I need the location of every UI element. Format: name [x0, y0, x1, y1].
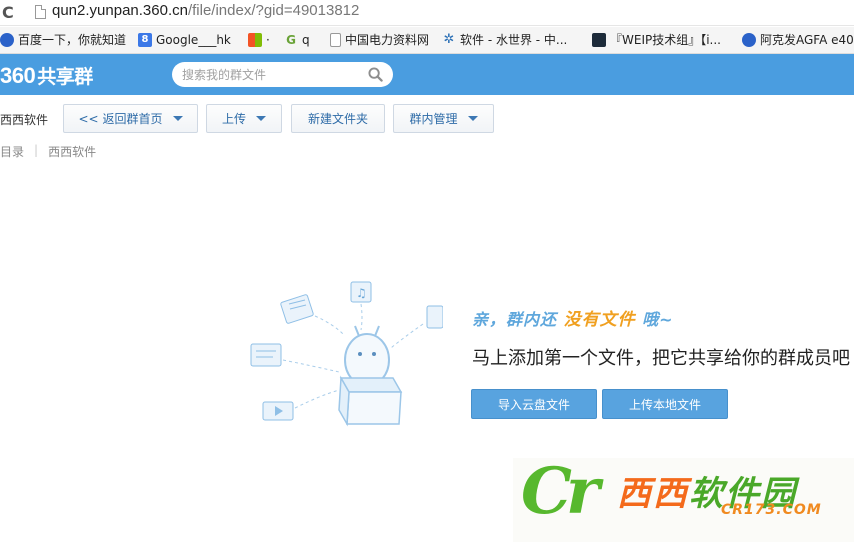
url-path: /file/index/?gid=49013812: [187, 2, 360, 19]
paw-icon: [0, 33, 14, 47]
manage-button-label: 群内管理: [409, 112, 458, 126]
group-name: 西西软件: [0, 113, 49, 127]
bookmark-power[interactable]: 中国电力资料网: [330, 31, 429, 49]
paw-icon: [742, 33, 756, 47]
bookmark-label: 『WEIP技术组』【i...: [610, 33, 722, 47]
bookmark-weip[interactable]: 『WEIP技术组』【i...: [592, 31, 721, 49]
new-folder-label: 新建文件夹: [307, 112, 368, 126]
bookmark-agfa[interactable]: 阿克发AGFA e40: [742, 31, 854, 49]
breadcrumb-root[interactable]: 目录: [0, 143, 24, 160]
new-folder-button[interactable]: 新建文件夹: [291, 104, 385, 133]
bookmark-label: ·: [266, 33, 270, 47]
group-manage-button[interactable]: 群内管理: [393, 104, 494, 133]
caret-down-icon: [467, 116, 478, 121]
bookmark-label: 阿克发AGFA e40: [760, 33, 854, 47]
watermark-domain: CR173.COM: [721, 502, 822, 518]
breadcrumb-separator: |: [34, 143, 39, 157]
caret-down-icon: [172, 116, 183, 121]
upload-local-files-button[interactable]: 上传本地文件: [602, 389, 728, 419]
logo-text: 共享群: [37, 67, 93, 88]
upload-button-label: 上传: [221, 112, 246, 126]
page-icon: [35, 5, 46, 19]
google-icon: 8: [138, 33, 152, 47]
back-to-group-home-button[interactable]: << 返回群首页: [63, 104, 198, 133]
cr173-watermark-logo: Cr 西西软件园 CR173.COM: [513, 454, 854, 542]
star-icon: ✲: [443, 32, 455, 47]
bookmark-label: 百度一下，你就知道: [18, 33, 127, 47]
search-box: [172, 62, 393, 87]
tagline-highlight: 没有文件: [563, 310, 636, 330]
bookmark-label: 中国电力资料网: [345, 33, 430, 47]
bookmark-label: q: [302, 33, 310, 47]
windows-icon: [248, 33, 262, 47]
bookmark-google[interactable]: 8 Google___hk: [138, 31, 231, 49]
breadcrumb-current: 西西软件: [48, 145, 97, 159]
bookmark-windows[interactable]: ·: [248, 31, 270, 49]
weip-icon: [592, 33, 606, 47]
tagline-prefix: 亲，群内还: [472, 310, 558, 329]
back-button-label: 返回群首页: [102, 112, 163, 126]
watermark-cr: Cr: [521, 454, 600, 529]
search-input[interactable]: [182, 65, 362, 84]
bookmark-label: Google___hk: [156, 33, 231, 47]
caret-down-icon: [256, 116, 266, 121]
top-header: 360 共享群: [0, 54, 854, 95]
url-host: qun2.yunpan.360.cn: [52, 2, 188, 19]
bookmark-q[interactable]: Gq: [284, 31, 310, 49]
watermark-name-a: 西西: [617, 474, 689, 514]
reload-icon[interactable]: C: [2, 3, 22, 23]
bookmark-water-world[interactable]: ✲ 软件 - 水世界 - 中...: [442, 31, 568, 49]
double-left-icon: <<: [78, 111, 99, 126]
tagline-suffix: 哦~: [642, 310, 674, 329]
bookmark-label: 软件 - 水世界 - 中...: [460, 33, 568, 47]
search-icon[interactable]: [368, 67, 383, 82]
upload-button[interactable]: 上传: [206, 104, 282, 133]
address-bar[interactable]: C qun2.yunpan.360.cn/file/index/?gid=490…: [0, 0, 854, 26]
page-icon: [330, 33, 341, 47]
breadcrumb: 目录 | 西西软件: [0, 143, 96, 160]
bookmark-baidu[interactable]: 百度一下，你就知道: [0, 31, 126, 49]
url-text[interactable]: qun2.yunpan.360.cn/file/index/?gid=49013…: [52, 2, 359, 19]
logo-number: 360: [0, 63, 36, 88]
logo[interactable]: 360 共享群: [0, 62, 93, 89]
bookmarks-bar: 百度一下，你就知道 8 Google___hk · Gq 中国电力资料网 ✲ 软件 …: [0, 27, 854, 54]
empty-tagline: 亲，群内还 没有文件 哦~: [472, 305, 674, 330]
green-g-icon: G: [286, 33, 296, 47]
empty-folder-illustration: ♫: [250, 281, 443, 427]
svg-text:♫: ♫: [356, 286, 367, 300]
import-cloud-files-button[interactable]: 导入云盘文件: [471, 389, 597, 419]
empty-message: 马上添加第一个文件，把它共享给你的群成员吧: [472, 348, 850, 369]
